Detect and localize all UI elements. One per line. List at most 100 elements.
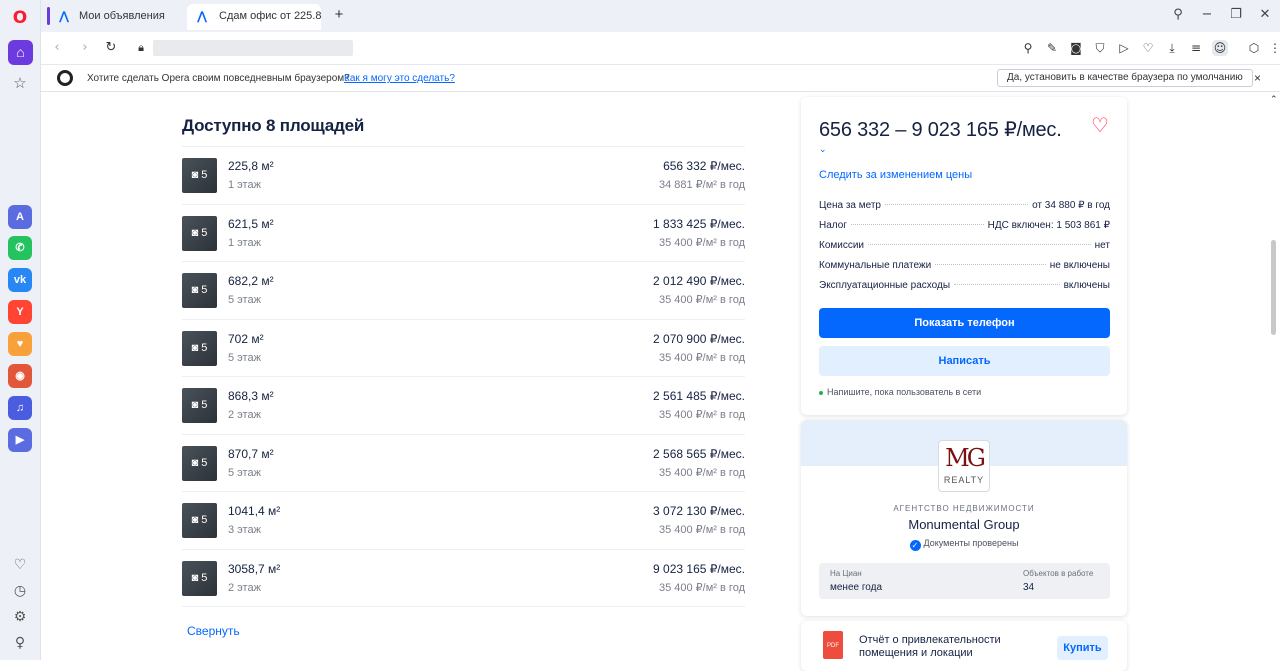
infobar-howto-link[interactable]: Как я могу это сделать? xyxy=(344,73,455,84)
download-icon[interactable]: ⤓ xyxy=(1164,40,1180,56)
camera-icon[interactable]: ◙ xyxy=(1068,40,1084,56)
unit-floor: 5 этаж xyxy=(228,351,261,364)
search-icon[interactable]: ⚲ xyxy=(1020,40,1036,56)
back-icon[interactable]: ‹ xyxy=(49,40,65,56)
agency-logo[interactable]: MG REALTY xyxy=(938,440,990,492)
home-icon[interactable]: ⌂ xyxy=(8,40,33,65)
dotted-leader xyxy=(935,264,1046,265)
fact-row: Налог НДС включен: 1 503 861 ₽ xyxy=(819,220,1110,240)
stat-label: На Циан xyxy=(830,569,862,578)
write-message-button[interactable]: Написать xyxy=(819,346,1110,376)
unit-area: 702 м² xyxy=(228,331,264,346)
list-item[interactable]: ◙ 5 3058,7 м² 2 этаж 9 023 165 ₽/мес. 35… xyxy=(182,550,745,607)
opera-sidebar: O ⌂ ☆ A ✆ vk Y ♥ ◉ ♫ ▶ ♡ ◷ ⚙ ♀ xyxy=(0,0,41,660)
forward-icon[interactable]: › xyxy=(77,40,93,56)
photo-count: 5 xyxy=(201,284,208,296)
list-item[interactable]: ◙ 5 702 м² 5 этаж 2 070 900 ₽/мес. 35 40… xyxy=(182,320,745,377)
list-item[interactable]: ◙ 5 1041,4 м² 3 этаж 3 072 130 ₽/мес. 35… xyxy=(182,492,745,550)
lightbulb-icon[interactable]: ♀ xyxy=(10,633,30,653)
heart-icon[interactable]: ♡ xyxy=(1140,40,1156,56)
photo-thumbnail[interactable]: ◙ 5 xyxy=(182,503,217,538)
photo-thumbnail[interactable]: ◙ 5 xyxy=(182,158,217,193)
pdf-icon: PDF xyxy=(823,631,843,659)
price-facts: Цена за метр от 34 880 ₽ в год Налог НДС в… xyxy=(819,200,1110,300)
photo-thumbnail[interactable]: ◙ 5 xyxy=(182,560,217,596)
collapse-link[interactable]: Свернуть xyxy=(187,624,240,638)
photo-thumbnail[interactable]: ◙ 5 xyxy=(182,388,217,423)
aria-ai-icon[interactable]: A xyxy=(8,205,32,229)
report-title-line2: помещения и локации xyxy=(859,647,973,659)
vk-icon[interactable]: vk xyxy=(8,268,32,292)
tab-title: Сдам офис от 225.8 до 30 xyxy=(219,10,321,22)
fact-row: Коммунальные платежи не включены xyxy=(819,260,1110,280)
unit-area: 621,5 м² xyxy=(228,216,274,231)
url-field[interactable] xyxy=(153,40,353,56)
list-item[interactable]: ◙ 5 870,7 м² 5 этаж 2 568 565 ₽/мес. 35 … xyxy=(182,435,745,492)
shield-icon[interactable]: ⛉ xyxy=(1092,40,1108,56)
edit-icon[interactable]: ✎ xyxy=(1044,40,1060,56)
unit-price-per-meter: 35 400 ₽/м² в год xyxy=(658,524,745,536)
camera-icon: ◙ xyxy=(191,456,202,469)
tab-my-ads[interactable]: ⋀ Мои объявления xyxy=(47,4,187,30)
more-icon[interactable]: ⋮ xyxy=(1267,40,1280,56)
chevron-down-icon[interactable]: ⌄ xyxy=(819,145,827,155)
photo-thumbnail[interactable]: ◙ 5 xyxy=(182,445,217,481)
send-icon[interactable]: ▷ xyxy=(1116,40,1132,56)
search-tabs-icon[interactable]: ⚲ xyxy=(1170,7,1186,23)
minimize-icon[interactable]: − xyxy=(1199,7,1215,23)
unit-area: 3058,7 м² xyxy=(228,561,281,576)
whatsapp-icon[interactable]: ✆ xyxy=(8,236,32,260)
reload-icon[interactable]: ↻ xyxy=(103,40,119,56)
unit-price: 2 070 900 ₽/мес. xyxy=(653,331,745,346)
unit-floor: 5 этаж xyxy=(228,466,261,479)
star-icon[interactable]: ☆ xyxy=(10,74,30,94)
photo-thumbnail[interactable]: ◙ 5 xyxy=(182,215,217,251)
restore-icon[interactable]: ❐ xyxy=(1228,7,1244,23)
fact-value: нет xyxy=(1094,240,1110,251)
music-icon[interactable]: ♫ xyxy=(8,396,32,420)
favorite-heart-icon[interactable]: ♡ xyxy=(1091,113,1109,137)
photo-thumbnail[interactable]: ◙ 5 xyxy=(182,273,217,308)
close-window-icon[interactable]: ✕ xyxy=(1257,7,1273,23)
list-item[interactable]: ◙ 5 682,2 м² 5 этаж 2 012 490 ₽/мес. 35 … xyxy=(182,262,745,320)
opera-logo-icon[interactable]: O xyxy=(10,8,30,28)
buy-report-button[interactable]: Купить xyxy=(1057,636,1108,660)
default-browser-infobar: Хотите сделать Opera своим повседневным … xyxy=(41,65,1280,92)
heart-icon[interactable]: ♡ xyxy=(10,555,30,575)
unit-area: 225,8 м² xyxy=(228,159,274,173)
page-scrollbar[interactable]: ⌃ xyxy=(1268,92,1280,660)
opera-logo-icon xyxy=(57,70,73,86)
camera-icon: ◙ xyxy=(191,284,202,296)
profile-icon[interactable]: ☺ xyxy=(1212,40,1228,56)
cian-logo-icon: ⋀ xyxy=(197,9,208,23)
player-icon[interactable]: ▶ xyxy=(8,428,32,452)
stat-value: менее года xyxy=(830,582,883,593)
show-phone-button[interactable]: Показать телефон xyxy=(819,308,1110,338)
unit-floor: 2 этаж xyxy=(228,581,261,594)
set-default-button[interactable]: Да, установить в качестве браузера по ум… xyxy=(997,69,1253,87)
verified-check-icon: ✓ xyxy=(909,540,921,551)
scroll-thumb[interactable] xyxy=(1271,240,1276,335)
fact-value: НДС включен: 1 503 861 ₽ xyxy=(987,220,1110,231)
agent-card: MG REALTY АГЕНТСТВО НЕДВИЖИМОСТИ Monumen… xyxy=(801,420,1127,616)
app-icon[interactable]: ◉ xyxy=(8,364,32,388)
yandex-icon[interactable]: Y xyxy=(8,300,32,324)
list-item[interactable]: ◙ 5 225,8 м² 1 этаж 656 332 ₽/мес. 34 88… xyxy=(182,147,745,205)
new-tab-button[interactable]: + xyxy=(331,7,347,23)
list-item[interactable]: ◙ 5 621,5 м² 1 этаж 1 833 425 ₽/мес. 35 … xyxy=(182,205,745,262)
menu-icon[interactable]: ≡ xyxy=(1188,40,1204,56)
tab-office-listing[interactable]: ⋀ Сдам офис от 225.8 до 30 xyxy=(187,4,321,30)
history-icon[interactable]: ◷ xyxy=(10,581,30,601)
settings-icon[interactable]: ⚙ xyxy=(10,607,30,627)
agency-name[interactable]: Monumental Group xyxy=(801,517,1127,532)
list-item[interactable]: ◙ 5 868,3 м² 2 этаж 2 561 485 ₽/мес. 35 … xyxy=(182,377,745,435)
app-icon[interactable]: ♥ xyxy=(8,332,32,356)
photo-thumbnail[interactable]: ◙ 5 xyxy=(182,330,217,366)
follow-price-link[interactable]: Следить за изменением цены xyxy=(819,169,972,181)
scroll-up-icon[interactable]: ⌃ xyxy=(1270,94,1278,105)
lock-icon[interactable]: 🔒︎ xyxy=(133,40,149,56)
fact-value: не включены xyxy=(1049,260,1110,271)
extensions-icon[interactable]: ⬡ xyxy=(1246,40,1262,56)
infobar-close-icon[interactable]: × xyxy=(1254,71,1261,85)
unit-price-per-meter: 35 400 ₽/м² в год xyxy=(658,351,745,364)
